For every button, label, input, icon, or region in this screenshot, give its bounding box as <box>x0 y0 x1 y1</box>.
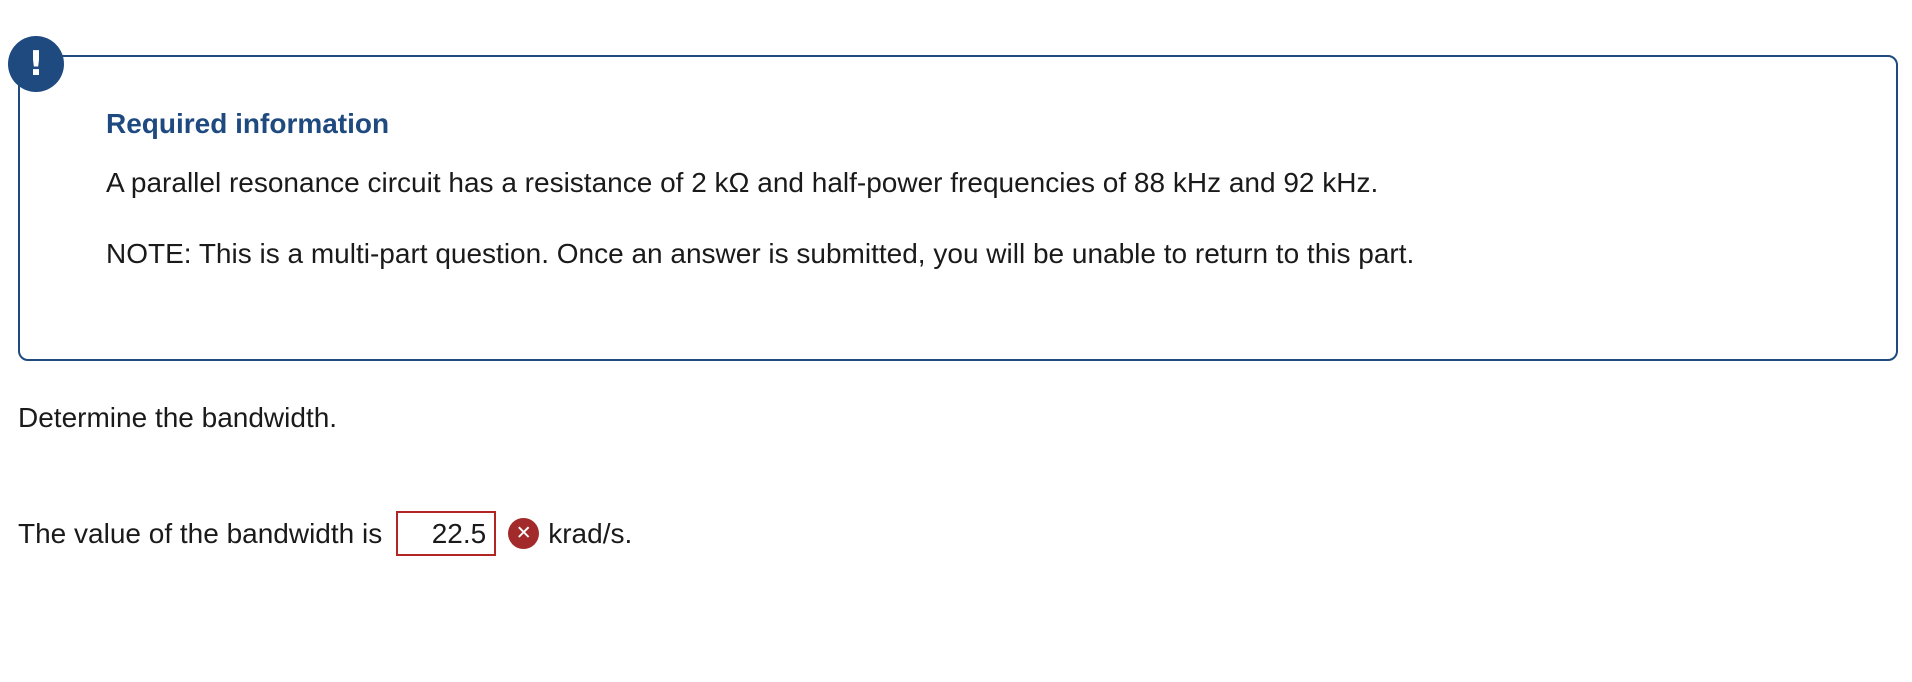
exclamation-icon: ! <box>8 36 64 92</box>
answer-unit-label: krad/s. <box>548 517 633 549</box>
incorrect-x-icon: ✕ <box>508 518 540 549</box>
problem-statement: A parallel resonance circuit has a resis… <box>106 167 1379 198</box>
info-box-title: Required information <box>106 108 390 139</box>
multi-part-note: NOTE: This is a multi-part question. Onc… <box>106 238 1415 269</box>
question-prompt: Determine the bandwidth. <box>18 402 338 433</box>
answer-prefix-text: The value of the bandwidth is <box>18 517 383 549</box>
bandwidth-answer-input[interactable] <box>396 511 497 556</box>
required-information-box: Required information A parallel resonanc… <box>18 55 1898 361</box>
answer-row: The value of the bandwidth is ✕ krad/s. <box>18 511 632 556</box>
